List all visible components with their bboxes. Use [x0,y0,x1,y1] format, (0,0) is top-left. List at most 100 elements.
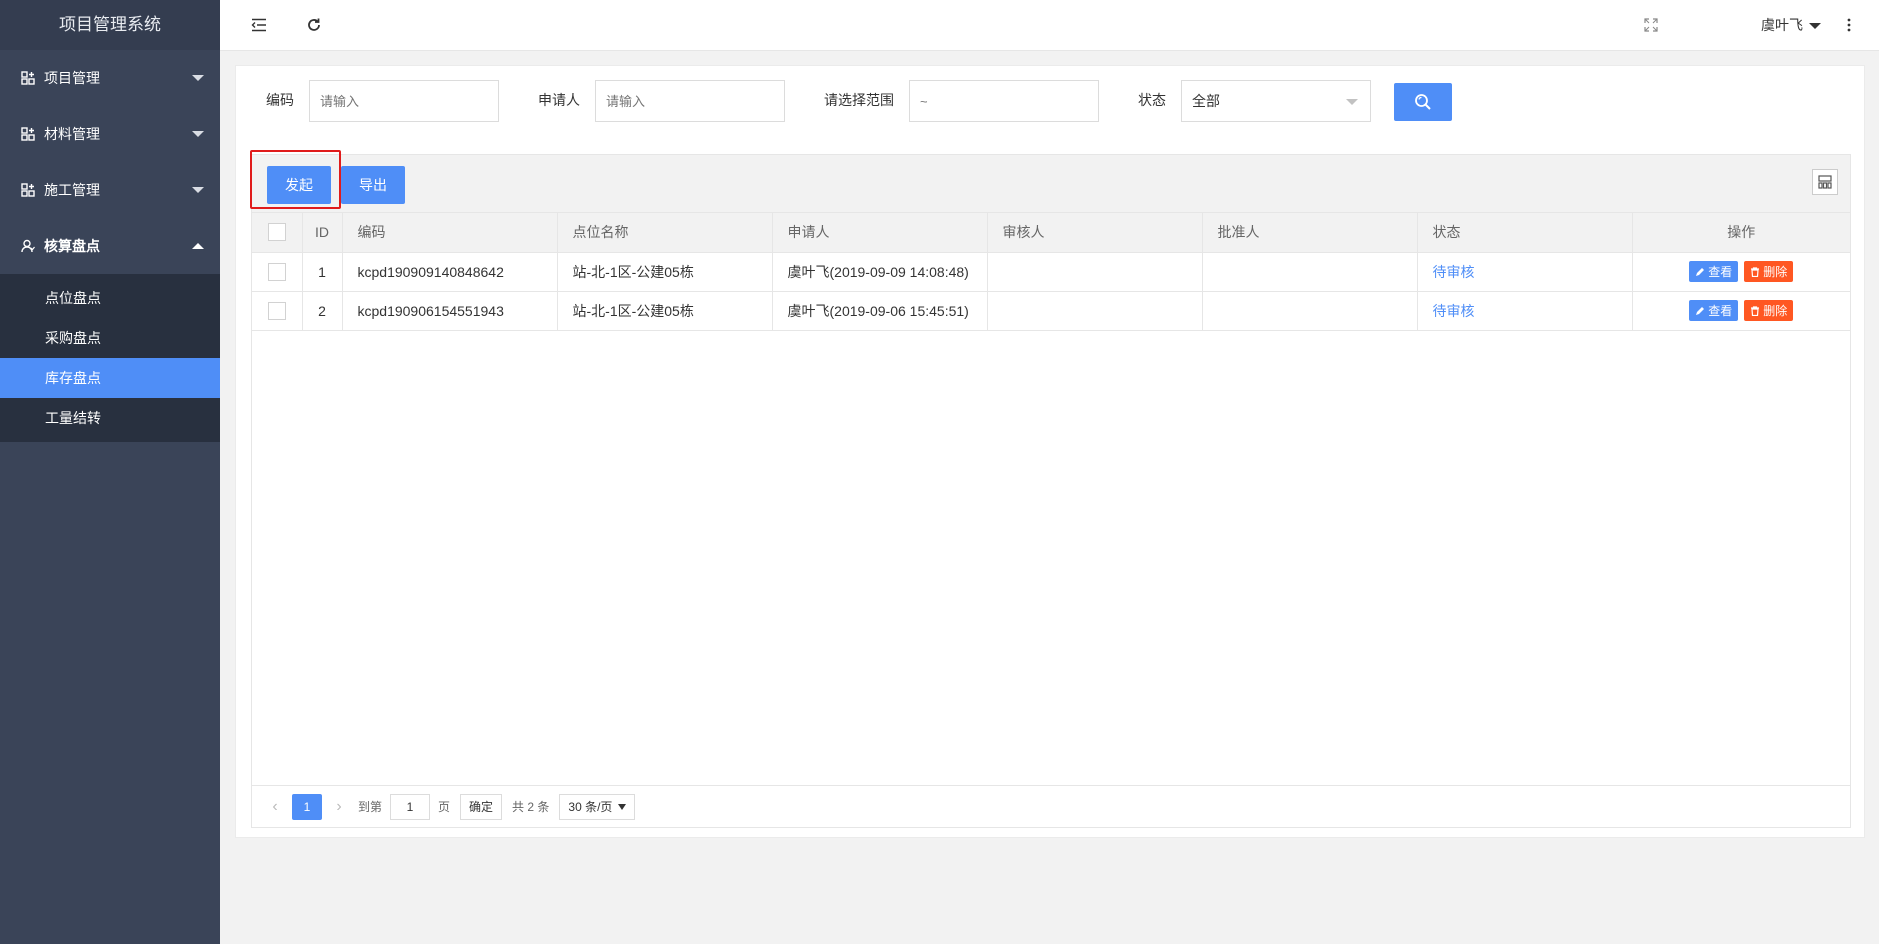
cell-applicant: 虞叶飞(2019-09-06 15:45:51) [772,291,988,331]
user-icon [20,238,36,254]
column-settings-icon[interactable] [1812,169,1838,195]
create-button[interactable]: 发起 [267,166,331,204]
sidebar-item-label: 核算盘点 [44,238,100,254]
sidebar-item-project-management[interactable]: 项目管理 [0,50,220,106]
sidebar-item-material-management[interactable]: 材料管理 [0,106,220,162]
fullscreen-icon[interactable] [1639,13,1663,37]
caret-down-icon [618,803,627,810]
delete-button[interactable]: 删除 [1744,261,1794,282]
search-icon [1415,94,1431,110]
select-all-checkbox[interactable] [267,223,286,242]
top-header: 虞叶飞 [220,0,1879,51]
more-vertical-icon[interactable] [1837,13,1861,37]
col-header-applicant[interactable]: 申请人 [772,213,988,253]
sidebar-item-label: 施工管理 [44,182,100,198]
status-link[interactable]: 待审核 [1433,264,1475,280]
cell-id: 2 [302,291,343,331]
goto-page-input[interactable]: 1 [390,793,431,820]
search-button[interactable] [1394,83,1452,121]
cell-status: 待审核 [1417,291,1633,331]
status-label: 状态 [1138,92,1166,108]
row-select-cell [252,291,303,331]
delete-button-label: 删除 [1763,304,1788,318]
table-header-row: ID 编码 点位名称 申请人 审核人 批准人 状态 操作 [252,213,1850,253]
chevron-right-icon[interactable]: › [328,794,350,820]
pagination: ‹ 1 › 到第 1 页 确定 共 2 条 30 条/页 [252,785,1850,827]
total-count: 共 2 条 [512,800,550,814]
status-select-value: 全部 [1192,93,1220,109]
view-button[interactable]: 查看 [1689,300,1739,321]
col-header-reviewer[interactable]: 审核人 [987,213,1203,253]
sidebar-item-point-inventory[interactable]: 点位盘点 [0,278,220,318]
grid-icon [20,182,36,198]
sidebar-submenu: 点位盘点 采购盘点 库存盘点 工量结转 [0,274,220,442]
chevron-down-icon [1346,99,1358,105]
view-button-label: 查看 [1708,304,1733,318]
row-checkbox[interactable] [267,301,286,320]
col-header-approver[interactable]: 批准人 [1202,213,1418,253]
applicant-label: 申请人 [538,92,580,108]
grid-icon [20,70,36,86]
range-label: 请选择范围 [824,92,894,108]
sidebar-item-label: 项目管理 [44,70,100,86]
view-button-label: 查看 [1708,265,1733,279]
menu-fold-icon[interactable] [247,13,271,37]
col-header-status[interactable]: 状态 [1417,213,1633,253]
chevron-down-icon [192,131,204,137]
page-size-select[interactable]: 30 条/页 [559,793,636,820]
applicant-input[interactable] [595,80,785,122]
delete-button[interactable]: 删除 [1744,300,1794,321]
cell-actions: 查看 删除 [1632,291,1850,331]
cell-approver [1202,252,1418,292]
col-header-id[interactable]: ID [302,213,343,253]
sidebar-item-accounting-inventory[interactable]: 核算盘点 [0,218,220,274]
table-toolbar: 发起 导出 [250,150,1850,213]
chevron-down-icon [192,187,204,193]
col-header-code[interactable]: 编码 [342,213,558,253]
row-checkbox[interactable] [267,262,286,281]
view-button[interactable]: 查看 [1689,261,1739,282]
select-all-cell [252,213,303,253]
cell-code: kcpd190906154551943 [342,291,558,331]
pencil-icon [1696,267,1705,276]
chevron-down-icon [192,75,204,81]
cell-code: kcpd190909140848642 [342,252,558,292]
code-input[interactable] [309,80,499,122]
trash-icon [1751,266,1760,277]
sidebar-item-workload-transfer[interactable]: 工量结转 [0,398,220,438]
caret-down-icon [1809,22,1821,29]
table-row: 1 kcpd190909140848642 站-北-1区-公建05栋 虞叶飞(2… [252,252,1850,292]
goto-label: 到第 [358,800,383,814]
cell-approver [1202,291,1418,331]
grid-icon [20,126,36,142]
sidebar-item-construction-management[interactable]: 施工管理 [0,162,220,218]
cell-location: 站-北-1区-公建05栋 [557,291,773,331]
delete-button-label: 删除 [1763,265,1788,279]
main-card: 编码 申请人 请选择范围 状态 全部 发起 导出 [235,65,1865,838]
code-label: 编码 [266,92,294,108]
table-container: 发起 导出 ID 编码 点位名称 申请人 审核人 批准人 状态 操作 1 kcp… [250,150,1851,828]
status-link[interactable]: 待审核 [1433,303,1475,319]
sidebar-item-stock-inventory[interactable]: 库存盘点 [0,358,220,398]
table-row: 2 kcpd190906154551943 站-北-1区-公建05栋 虞叶飞(2… [252,291,1850,331]
page-unit-label: 页 [438,800,451,814]
cell-reviewer [987,252,1203,292]
status-select[interactable]: 全部 [1181,80,1371,122]
col-header-location[interactable]: 点位名称 [557,213,773,253]
sidebar-item-purchase-inventory[interactable]: 采购盘点 [0,318,220,358]
user-menu[interactable]: 虞叶飞 [1761,0,1821,51]
range-input[interactable] [909,80,1099,122]
cell-reviewer [987,291,1203,331]
cell-actions: 查看 删除 [1632,252,1850,292]
page-number-current[interactable]: 1 [292,793,322,820]
app-title: 项目管理系统 [0,0,220,50]
trash-icon [1751,305,1760,316]
goto-confirm-button[interactable]: 确定 [460,793,503,820]
refresh-icon[interactable] [302,13,326,37]
export-button[interactable]: 导出 [341,166,405,204]
row-select-cell [252,252,303,292]
chevron-left-icon[interactable]: ‹ [264,794,286,820]
cell-location: 站-北-1区-公建05栋 [557,252,773,292]
col-header-actions: 操作 [1632,213,1850,253]
data-table: ID 编码 点位名称 申请人 审核人 批准人 状态 操作 1 kcpd19090… [252,213,1850,331]
